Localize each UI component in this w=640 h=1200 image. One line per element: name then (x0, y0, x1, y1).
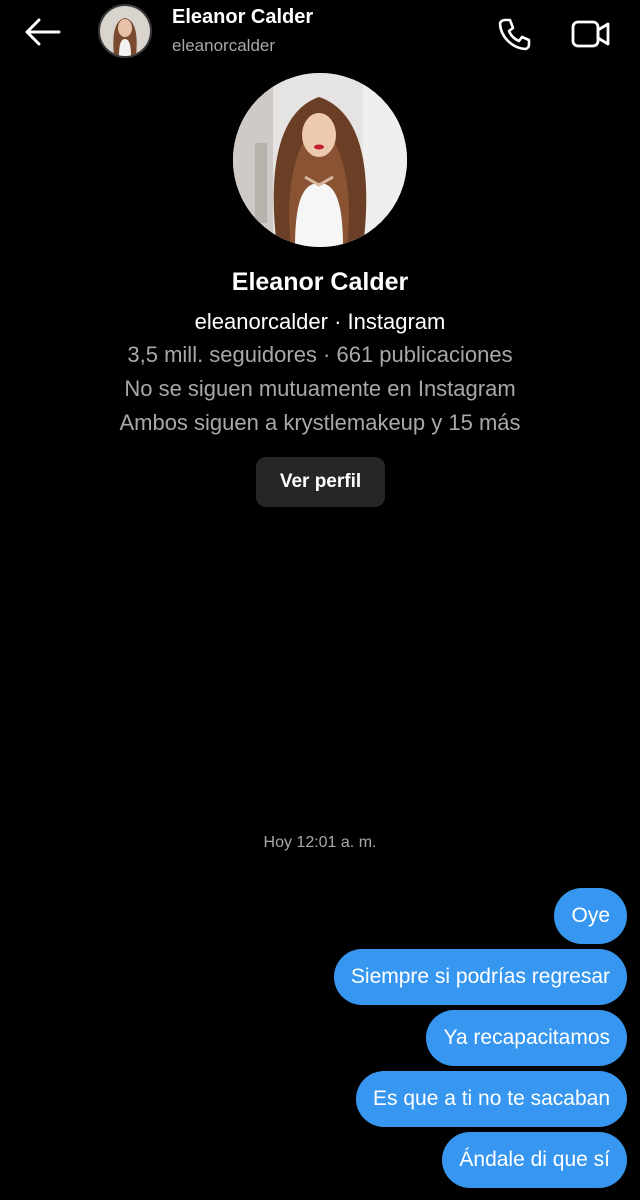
profile-handle-line: eleanorcalder · Instagram (194, 309, 446, 334)
audio-call-button[interactable] (494, 14, 534, 54)
sent-message-bubble[interactable]: Siempre si podrías regresar (333, 949, 627, 1005)
sent-message-bubble[interactable]: Oye (554, 888, 627, 944)
profile-avatar[interactable] (233, 73, 407, 247)
sent-message-bubble[interactable]: Es que a ti no te sacaban (356, 1071, 627, 1127)
phone-icon (498, 18, 531, 51)
profile-photo (100, 6, 150, 56)
profile-photo (233, 73, 407, 247)
profile-name: Eleanor Calder (231, 268, 409, 296)
video-call-button[interactable] (568, 14, 614, 54)
video-camera-icon (571, 20, 610, 48)
profile-stats-line: 3,5 mill. seguidores · 661 publicaciones (127, 342, 513, 367)
arrow-left-icon (25, 18, 61, 46)
view-profile-button[interactable]: Ver perfil (256, 457, 385, 507)
back-button[interactable] (20, 12, 64, 52)
direct-message-screen: Eleanor Calder eleanorcalder Eleanor Cal… (0, 0, 640, 1200)
profile-mutual-line: No se siguen mutuamente en Instagram (124, 376, 516, 401)
sent-message-bubble[interactable]: Ándale di que sí (442, 1132, 627, 1188)
sent-message-bubble[interactable]: Ya recapacitamos (426, 1010, 627, 1066)
header-avatar[interactable] (98, 4, 152, 58)
chat-header: Eleanor Calder eleanorcalder (0, 0, 640, 66)
profile-common-follows-line: Ambos siguen a krystlemakeup y 15 más (119, 410, 521, 435)
header-contact-handle[interactable]: eleanorcalder (172, 36, 275, 56)
message-timestamp: Hoy 12:01 a. m. (263, 834, 377, 851)
header-contact-name[interactable]: Eleanor Calder (172, 6, 313, 29)
